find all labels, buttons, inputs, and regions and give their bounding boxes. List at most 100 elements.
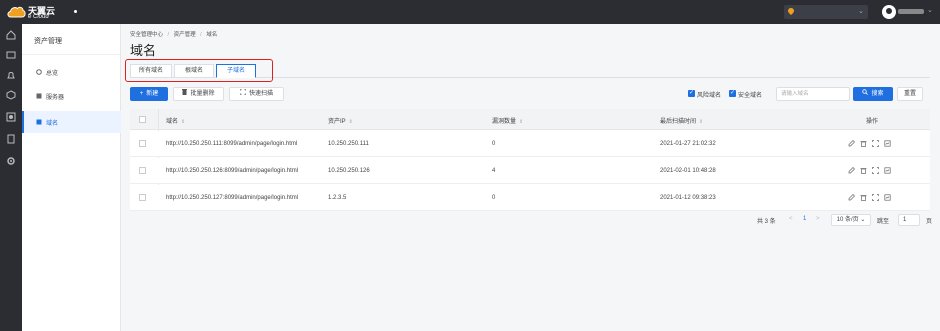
sort-icon[interactable]: ⇕ [519, 119, 523, 125]
nav-item-label: 服务器 [46, 95, 65, 101]
column-header-actions: 操作 [866, 119, 879, 125]
trash-icon[interactable] [860, 194, 867, 201]
batch-delete-button[interactable]: 批量删除 [173, 87, 224, 101]
user-name[interactable] [898, 9, 924, 14]
row-checkbox[interactable] [139, 194, 146, 201]
cell-vulns: 0 [492, 195, 496, 201]
search-button-label: 搜索 [871, 91, 884, 97]
divider [22, 54, 121, 55]
reset-button[interactable]: 重置 [897, 87, 923, 101]
sort-icon[interactable]: ⇕ [181, 119, 185, 125]
secondary-nav: 资产管理 总览 服务器 域名 [22, 24, 121, 331]
column-label: 资产IP [328, 119, 346, 125]
prev-page-button[interactable]: < [789, 216, 793, 222]
jump-page-input[interactable]: 1 [898, 214, 920, 226]
quick-scan-button[interactable]: 快速扫描 [229, 87, 284, 101]
row-checkbox[interactable] [139, 167, 146, 174]
table-row: http://10.250.250.126:8099/admin/page/lo… [130, 158, 930, 184]
nav-item-overview[interactable]: 总览 [22, 61, 121, 83]
safe-domain-checkbox[interactable]: ✓ [729, 90, 736, 97]
new-button-label: 新建 [146, 91, 159, 97]
cell-vulns: 0 [492, 141, 496, 147]
cell-ip: 10.250.250.126 [328, 168, 370, 174]
cell-domain: http://10.250.250.126:8099/admin/page/lo… [166, 168, 299, 174]
cell-ip: 10.250.250.111 [328, 141, 369, 147]
edit-icon[interactable] [848, 167, 855, 174]
safe-domain-label: 安全域名 [738, 93, 763, 99]
scan-icon[interactable] [872, 140, 879, 147]
scan-icon[interactable] [872, 167, 879, 174]
sort-icon[interactable]: ⇕ [349, 119, 353, 125]
chevron-down-icon[interactable]: ⌄ [927, 6, 933, 14]
plus-icon: + [139, 91, 144, 97]
domain-icon [36, 119, 42, 125]
gear-icon[interactable] [6, 156, 16, 166]
page-number[interactable]: 1 [803, 216, 806, 222]
column-label: 最后扫描时间 [660, 119, 697, 125]
brand-logo[interactable]: 天翼云 e Cloud [6, 2, 78, 22]
risk-domain-checkbox[interactable]: ✓ [688, 90, 695, 97]
quick-scan-label: 快速扫描 [248, 91, 273, 97]
nav-item-servers[interactable]: 服务器 [22, 85, 121, 107]
new-button[interactable]: + 新建 [130, 87, 168, 101]
home-icon[interactable] [6, 30, 16, 40]
breadcrumb-item[interactable]: 安全管理中心 [130, 32, 163, 38]
report-icon[interactable] [884, 140, 891, 147]
avatar[interactable] [882, 5, 896, 19]
cell-last-scan: 2021-02-01 10:48:28 [660, 168, 716, 174]
sort-icon[interactable]: ⇕ [699, 119, 703, 125]
highlight-box [125, 59, 273, 82]
search-icon [862, 89, 869, 95]
circle-icon [36, 69, 42, 75]
edit-icon[interactable] [848, 140, 855, 147]
report-icon[interactable] [884, 194, 891, 201]
trash-icon [182, 89, 188, 95]
scan-icon [239, 89, 246, 95]
edit-icon[interactable] [848, 194, 855, 201]
domain-table: 域名 ⇕ 资产IP ⇕ 漏洞数量 ⇕ 最后扫描时间 ⇕ 操作 http://10.250… [130, 109, 930, 211]
search-input[interactable] [776, 87, 850, 101]
pagination-total: 共 3 条 [757, 219, 776, 225]
breadcrumb-item: 域名 [206, 32, 218, 38]
region-select[interactable]: ⌄ [784, 5, 868, 19]
table-row: http://10.250.250.111:8099/admin/page/lo… [130, 131, 930, 157]
page-size-select[interactable]: 10 条/页 ⌄ [831, 214, 871, 226]
nav-item-label: 总览 [46, 71, 59, 77]
batch-delete-label: 批量删除 [190, 91, 215, 97]
safe-icon[interactable] [6, 112, 16, 122]
chevron-down-icon: ⌄ [860, 217, 866, 223]
monitor-icon[interactable] [6, 50, 16, 60]
page-unit-label: 页 [926, 219, 933, 225]
scan-icon[interactable] [872, 194, 879, 201]
trash-icon[interactable] [860, 167, 867, 174]
column-header-domain[interactable]: 域名 ⇕ [166, 116, 185, 125]
column-header-last-scan[interactable]: 最后扫描时间 ⇕ [660, 116, 703, 125]
cell-domain: http://10.250.250.127:8099/admin/page/lo… [166, 195, 299, 201]
cell-last-scan: 2021-01-27 21:02:32 [660, 141, 716, 147]
bell-icon[interactable] [6, 70, 16, 80]
cell-domain: http://10.250.250.111:8099/admin/page/lo… [166, 141, 298, 147]
cell-last-scan: 2021-01-12 09:38:23 [660, 195, 716, 201]
brand-dot [74, 10, 77, 13]
select-all-checkbox[interactable] [139, 116, 146, 123]
column-label: 域名 [166, 119, 179, 125]
breadcrumb-item[interactable]: 资产管理 [174, 32, 196, 38]
next-page-button[interactable]: > [816, 216, 820, 222]
cube-icon[interactable] [6, 90, 16, 100]
row-checkbox[interactable] [139, 140, 146, 147]
nav-title: 资产管理 [34, 38, 62, 45]
document-icon[interactable] [6, 134, 16, 144]
nav-item-label: 域名 [46, 121, 59, 127]
search-button[interactable]: 搜索 [853, 87, 893, 101]
icon-sidebar [0, 24, 22, 331]
column-header-ip[interactable]: 资产IP ⇕ [328, 116, 353, 125]
cell-vulns: 4 [492, 168, 496, 174]
cloud-logo-icon [7, 6, 26, 18]
column-header-vulns[interactable]: 漏洞数量 ⇕ [492, 116, 523, 125]
breadcrumb-separator: / [167, 32, 170, 38]
trash-icon[interactable] [860, 140, 867, 147]
nav-item-domains[interactable]: 域名 [22, 111, 121, 133]
breadcrumb-separator: / [200, 32, 202, 38]
page-title: 域名 [130, 43, 157, 58]
report-icon[interactable] [884, 167, 891, 174]
